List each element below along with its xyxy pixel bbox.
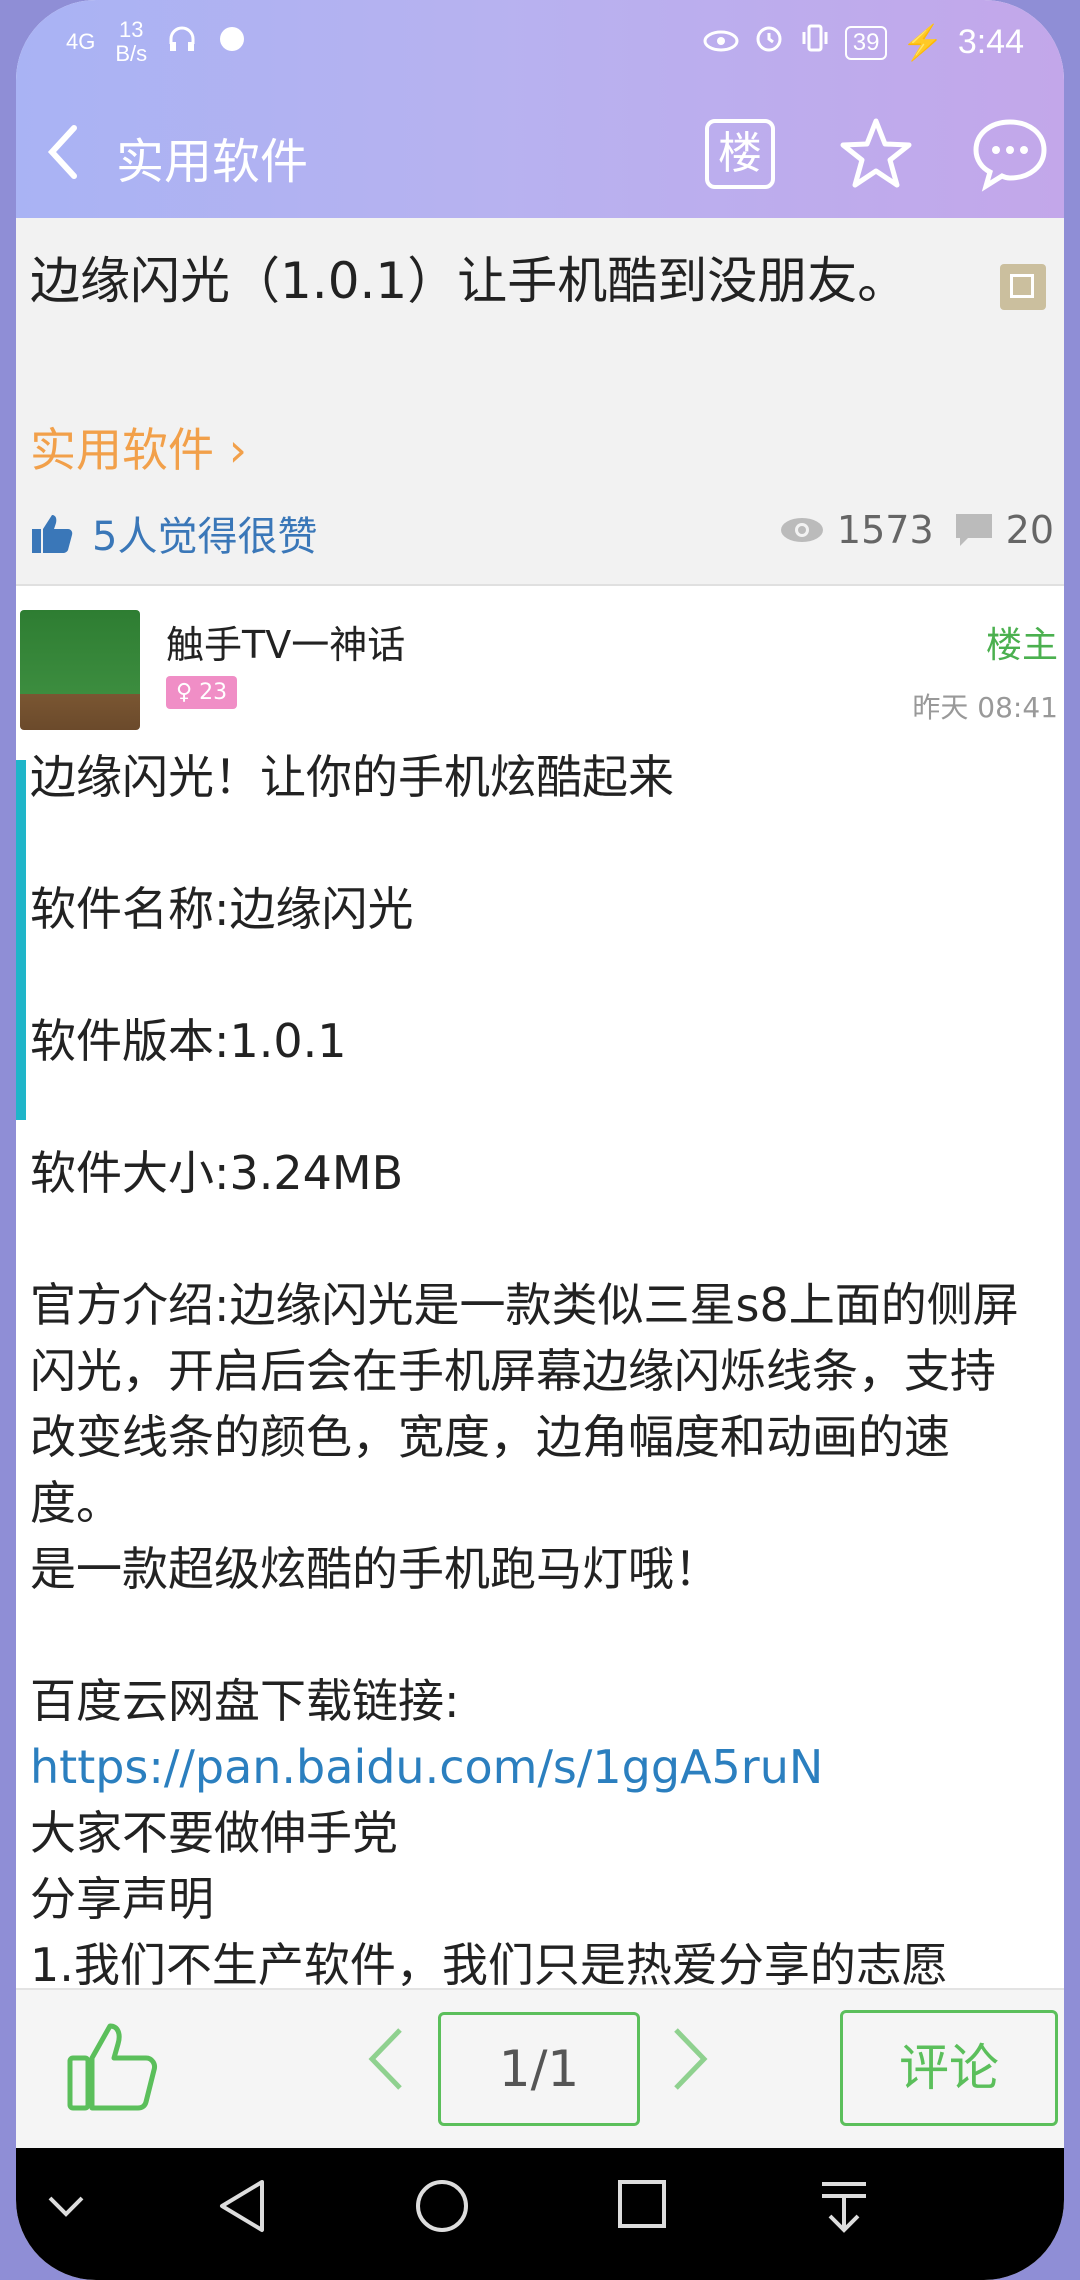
header: 4G 13 B/s 39 ⚡ 3:44 实用软件 楼 (16, 0, 1064, 218)
likes-summary[interactable]: 5人觉得很赞 (30, 504, 317, 562)
view-count: 1573 (836, 508, 934, 552)
post-stats: 1573 20 (779, 508, 1054, 552)
pull-down-icon (822, 2182, 866, 2233)
comment-button[interactable]: 评论 (840, 2010, 1058, 2126)
signal-icon: 4G (66, 29, 96, 54)
post-content: 边缘闪光！让你的手机炫酷起来 软件名称:边缘闪光 软件版本:1.0.1 软件大小… (30, 744, 1040, 1986)
download-link[interactable]: https://pan.baidu.com/s/1ggA5ruN (30, 1734, 1040, 1800)
like-button[interactable] (66, 2018, 162, 2114)
download-label: 百度云网盘下载链接: (30, 1674, 460, 1728)
charging-icon: ⚡ (901, 23, 944, 62)
status-bar: 4G 13 B/s 39 ⚡ 3:44 (16, 0, 1064, 100)
battery-indicator: 39 (844, 25, 888, 60)
chat-bubble-icon (973, 119, 1047, 192)
software-intro: 官方介绍:边缘闪光是一款类似三星s8上面的侧屏闪光，开启后会在手机屏幕边缘闪烁线… (30, 1278, 1019, 1530)
notification-pull-button[interactable] (816, 2176, 872, 2240)
headphone-icon (167, 24, 197, 60)
content-line: 大家不要做伸手党 (30, 1806, 398, 1860)
clock: 3:44 (957, 23, 1024, 61)
phone-screen: 4G 13 B/s 39 ⚡ 3:44 实用软件 楼 边缘闪光（1.0.1）让手… (16, 0, 1064, 2280)
network-speed: 13 B/s (115, 17, 148, 66)
square-recents-icon (618, 2180, 666, 2228)
author-name[interactable]: 触手TV一神话 (166, 614, 405, 669)
software-version: 软件版本:1.0.1 (30, 1014, 347, 1068)
edge-light-accent (16, 760, 26, 1120)
content-line: 是一款超级炫酷的手机跑马灯哦！ (30, 1542, 720, 1596)
category-link[interactable]: 实用软件 › (30, 414, 247, 480)
op-label: 楼主 (985, 625, 1058, 666)
chevron-left-icon (368, 2028, 402, 2090)
image-icon[interactable] (1000, 264, 1046, 310)
favorite-button[interactable] (834, 112, 918, 196)
triangle-back-icon (220, 2180, 264, 2232)
floor-button[interactable]: 楼 (698, 112, 782, 196)
circle-home-icon (416, 2180, 468, 2232)
next-page-button[interactable] (668, 2024, 712, 2111)
page-indicator[interactable]: 1/1 (438, 2012, 640, 2126)
system-navigation-bar (16, 2148, 1064, 2280)
thumbs-up-outline-icon (67, 2023, 157, 2111)
software-size: 软件大小:3.24MB (30, 1146, 404, 1200)
alarm-icon (753, 22, 785, 63)
system-back-button[interactable] (212, 2176, 272, 2240)
vibrate-icon (799, 22, 831, 63)
author-row: 触手TV一神话 ♀ 23 楼主 昨天 08:41 (16, 586, 1064, 736)
comment-icon (955, 514, 992, 546)
chevron-down-icon (48, 2196, 84, 2217)
collapse-button[interactable] (44, 2192, 88, 2226)
eye-comfort-icon (703, 23, 739, 62)
software-name: 软件名称:边缘闪光 (30, 882, 414, 936)
home-button[interactable] (412, 2176, 472, 2240)
post-title: 边缘闪光（1.0.1）让手机酷到没朋友。 (30, 252, 908, 310)
gender-level-badge: ♀ 23 (166, 676, 238, 709)
comment-count: 20 (1005, 508, 1054, 552)
recents-button[interactable] (614, 2176, 670, 2236)
app-notification-icon (217, 24, 247, 60)
eye-icon (780, 518, 823, 542)
content-line: 分享声明 (30, 1872, 214, 1926)
star-icon (840, 118, 912, 188)
avatar[interactable] (20, 610, 140, 730)
prev-page-button[interactable] (364, 2024, 408, 2111)
message-button[interactable] (968, 112, 1052, 196)
chevron-right-icon (674, 2028, 708, 2090)
page-title: 实用软件 (116, 134, 309, 190)
post-header: 边缘闪光（1.0.1）让手机酷到没朋友。 实用软件 › 5人觉得很赞 1573 … (16, 218, 1064, 586)
thumbs-up-icon (32, 515, 73, 553)
post-time: 昨天 08:41 (912, 691, 1058, 724)
bottom-bar: 1/1 评论 (16, 1988, 1064, 2150)
chevron-right-icon: › (228, 423, 248, 477)
content-line: 边缘闪光！让你的手机炫酷起来 (30, 750, 674, 804)
back-button[interactable] (42, 120, 82, 195)
content-line: 1.我们不生产软件，我们只是热爱分享的志愿 (30, 1938, 948, 1986)
nav-bar: 实用软件 楼 (16, 100, 1064, 218)
